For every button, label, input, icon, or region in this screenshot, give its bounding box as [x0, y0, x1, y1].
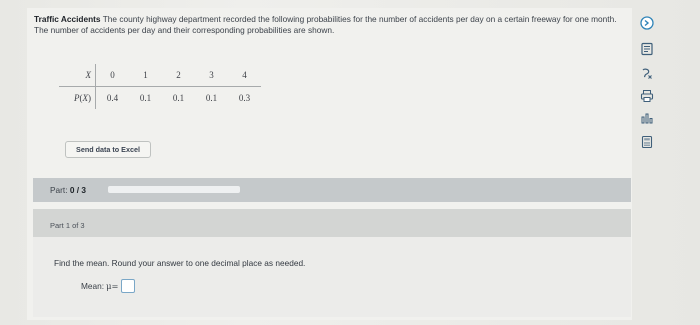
mean-answer-row: Mean: μ= — [81, 279, 136, 293]
problem-statement: Traffic Accidents The county highway dep… — [34, 14, 626, 35]
probability-value-cell: 0.3 — [238, 93, 251, 103]
probability-value-cell: 0.1 — [205, 93, 218, 103]
mu-equals-symbol: μ= — [106, 281, 119, 291]
part-progress-label: Part: 0 / 3 — [50, 185, 86, 195]
x-value-cell: 4 — [228, 64, 261, 87]
problem-title: Traffic Accidents — [34, 14, 101, 24]
right-toolbar — [633, 8, 663, 158]
print-icon[interactable] — [639, 88, 655, 104]
problem-content: Traffic Accidents The county highway dep… — [27, 8, 632, 320]
send-data-to-excel-button[interactable]: Send data to Excel — [65, 141, 151, 158]
x-value-cell: 2 — [162, 64, 195, 87]
step-panel: Part 1 of 3 Find the mean. Round your an… — [33, 209, 631, 317]
x-value-cell: 0 — [95, 64, 129, 87]
book-icon[interactable] — [639, 41, 655, 57]
step-title: Part 1 of 3 — [50, 221, 85, 230]
probability-table: X 0 1 2 3 4 P(X) 0.4 0.1 0.1 0.1 0.3 — [59, 64, 261, 109]
probability-value-cell: 0.4 — [106, 93, 119, 103]
collapse-icon[interactable] — [639, 15, 655, 31]
step-header: Part 1 of 3 — [33, 209, 631, 237]
part-progress-value: 0 / 3 — [69, 185, 86, 195]
probability-header: P(X) — [59, 86, 96, 109]
instruction-text: Find the mean. Round your answer to one … — [54, 258, 306, 268]
chart-icon[interactable] — [639, 110, 655, 126]
mean-answer-input[interactable] — [121, 279, 136, 293]
x-value-cell: 3 — [195, 64, 228, 87]
x-values-row: X 0 1 2 3 4 — [59, 64, 261, 87]
progress-track — [108, 186, 240, 193]
probability-close-paren: ) — [88, 93, 91, 103]
calculator-icon[interactable] — [639, 134, 655, 150]
x-header: X — [59, 64, 96, 87]
glossary-icon[interactable] — [639, 66, 655, 82]
probability-value-cell: 0.1 — [172, 93, 185, 103]
page-stage: Traffic Accidents The county highway dep… — [0, 0, 700, 325]
part-label-text: Part: — [50, 185, 68, 195]
mean-label: Mean: — [81, 281, 105, 291]
part-progress-bar: Part: 0 / 3 — [33, 178, 631, 202]
problem-body: The county highway department recorded t… — [34, 14, 617, 35]
probability-value-cell: 0.1 — [139, 93, 152, 103]
probability-values-row: P(X) 0.4 0.1 0.1 0.1 0.3 — [59, 86, 261, 109]
x-value-cell: 1 — [129, 64, 162, 87]
